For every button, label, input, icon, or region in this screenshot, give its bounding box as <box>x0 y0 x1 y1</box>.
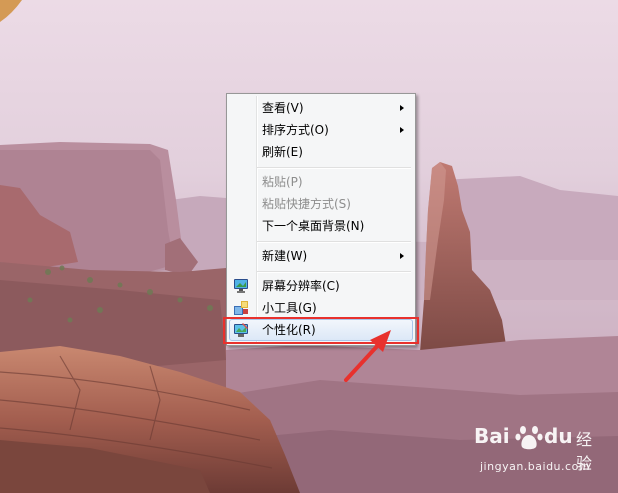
annotation-arrow <box>344 330 391 382</box>
watermark-brand-bai: Bai <box>474 424 510 448</box>
baidu-paw-icon <box>515 426 543 450</box>
baidu-jingyan-watermark: Bai du 经验 jingyan.baidu.com <box>474 424 614 489</box>
watermark-url: jingyan.baidu.com <box>480 460 591 473</box>
watermark-brand-du: du <box>544 424 573 448</box>
